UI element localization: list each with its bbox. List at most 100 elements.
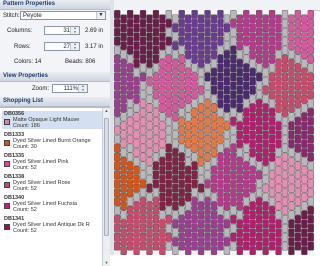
bead[interactable] [236,103,243,113]
bead[interactable] [236,112,243,122]
bead[interactable] [120,237,127,246]
bead[interactable] [204,108,211,117]
bead[interactable] [288,174,295,184]
bead[interactable] [243,10,250,19]
bead[interactable] [172,192,179,202]
bead[interactable] [191,10,198,19]
bead[interactable] [120,130,127,140]
bead[interactable] [185,148,192,157]
view-properties-header[interactable]: View Properties [0,72,110,82]
bead-pattern-canvas[interactable] [114,10,314,255]
bead[interactable] [114,10,121,19]
spin-down-icon[interactable]: ▼ [79,88,87,93]
bead[interactable] [120,192,127,202]
bead[interactable] [217,161,224,171]
bead[interactable] [262,23,269,33]
bead[interactable] [204,99,211,108]
bead[interactable] [262,121,269,131]
bead[interactable] [172,148,179,157]
bead[interactable] [243,179,250,189]
bead[interactable] [197,183,205,193]
bead[interactable] [230,179,237,189]
bead[interactable] [114,134,121,144]
bead[interactable] [230,125,237,135]
bead[interactable] [281,223,289,233]
bead[interactable] [294,90,301,99]
bead[interactable] [281,206,289,215]
bead[interactable] [301,166,308,175]
bead[interactable] [204,223,211,233]
bead[interactable] [127,170,134,180]
bead[interactable] [197,174,205,184]
bead[interactable] [165,19,172,28]
bead[interactable] [243,90,250,99]
bead[interactable] [243,206,250,215]
bead[interactable] [275,148,282,157]
bead[interactable] [127,179,134,189]
bead[interactable] [301,32,308,42]
bead[interactable] [146,130,153,140]
bead[interactable] [197,201,205,211]
bead[interactable] [127,232,134,242]
bead[interactable] [139,197,147,206]
bead[interactable] [120,228,127,238]
bead[interactable] [281,81,289,91]
bead[interactable] [133,14,140,24]
bead[interactable] [120,85,127,95]
bead[interactable] [288,59,295,68]
bead[interactable] [230,117,237,126]
bead[interactable] [152,45,160,55]
bead[interactable] [165,143,172,153]
bead[interactable] [114,170,121,180]
bead[interactable] [249,85,256,95]
bead[interactable] [127,215,134,224]
bead[interactable] [165,241,172,251]
bead[interactable] [133,23,140,33]
bead[interactable] [268,81,276,91]
bead[interactable] [146,103,153,113]
bead[interactable] [223,112,231,122]
bead[interactable] [185,121,192,131]
bead[interactable] [217,134,224,144]
bead[interactable] [139,63,147,73]
bead[interactable] [294,81,301,91]
bead[interactable] [120,201,127,211]
bead[interactable] [114,19,121,28]
bead[interactable] [159,192,166,202]
bead[interactable] [165,134,172,144]
bead[interactable] [178,197,185,206]
bead[interactable] [159,121,166,131]
bead[interactable] [165,63,172,73]
bead[interactable] [191,134,198,144]
bead[interactable] [114,206,121,215]
bead[interactable] [294,161,301,171]
bead[interactable] [268,54,276,64]
bead[interactable] [243,232,250,242]
bead[interactable] [262,157,269,166]
bead[interactable] [165,197,172,206]
bead[interactable] [165,161,172,171]
bead[interactable] [204,10,211,19]
bead[interactable] [152,170,160,180]
bead[interactable] [120,14,127,24]
bead[interactable] [197,148,205,157]
bead[interactable] [133,210,140,220]
bead[interactable] [249,14,256,24]
bead[interactable] [152,90,160,99]
bead[interactable] [146,41,153,50]
bead[interactable] [185,85,192,95]
bead[interactable] [281,179,289,189]
bead[interactable] [185,130,192,140]
bead[interactable] [152,206,160,215]
bead[interactable] [256,27,263,37]
bead[interactable] [152,19,160,28]
bead[interactable] [281,108,289,117]
bead[interactable] [133,246,140,255]
bead[interactable] [281,170,289,180]
bead[interactable] [139,188,147,197]
bead[interactable] [236,121,243,131]
bead[interactable] [165,45,172,55]
bead[interactable] [204,81,211,91]
bead[interactable] [191,90,198,99]
bead[interactable] [185,246,192,255]
